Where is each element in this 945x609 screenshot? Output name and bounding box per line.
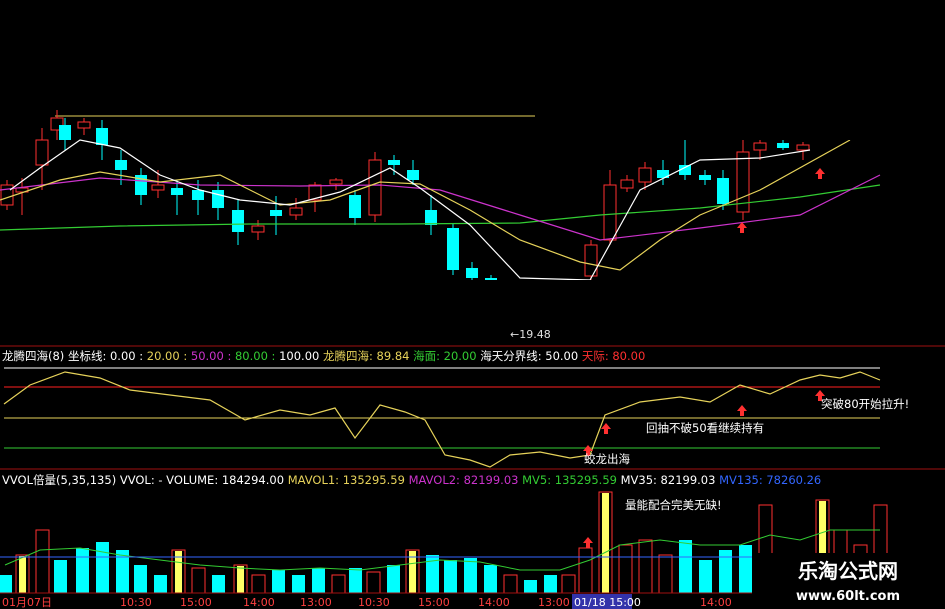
indicator-panel: 龙腾四海(8) 坐标线: 0.00 : 20.00 : 50.00 : 80.0… [2,349,909,468]
volume-bar [251,574,266,594]
volume-bar [658,554,673,594]
header-segment: MAVOL2: 82199.03 [409,473,523,487]
header-segment: 龙腾四海(8) 坐标线: 0.00 : [2,349,147,363]
time-axis-label: 10:30 [358,596,390,609]
header-segment: 龙腾四海: 89.84 [323,349,413,363]
annotation-break80: 突破80开始拉升! [821,397,909,411]
volume-bar [171,549,186,594]
time-axis-label: 13:00 [538,596,570,609]
time-axis-label: 15:00 [418,596,450,609]
volume-bar [699,560,712,593]
volume-bar [331,574,346,594]
header-segment: 海天分界线: 50.00 [480,349,582,363]
volume-bar [312,568,325,593]
annotation-dragon-out: 蛟龙出海 [584,452,630,466]
candlestick [0,180,14,210]
volume-bar [387,565,400,593]
header-segment: VVOL倍量(5,35,135) VVOL: - [2,473,166,487]
volume-bar [349,568,362,593]
volume-bar [405,549,420,594]
header-segment: 50.00 : [191,349,235,363]
volume-bar [524,580,537,593]
watermark-url: www.60lt.com [796,589,900,604]
volume-bar [191,567,206,594]
indicator-header: 龙腾四海(8) 坐标线: 0.00 : 20.00 : 50.00 : 80.0… [2,349,645,363]
volume-bar [15,554,30,594]
volume-bar [116,550,129,593]
header-segment: 80.00 : [235,349,279,363]
volume-bar [484,565,497,593]
volume-bar [134,565,147,593]
annotation-pullback50: 回抽不破50看继续持有 [646,421,764,435]
candlestick [447,224,459,275]
volume-bar [598,491,613,594]
volume-bar [272,570,285,593]
header-segment: MV135: 78260.26 [719,473,821,487]
up-arrow-icon [583,537,593,548]
blackout-region [222,280,720,328]
volume-bar [444,560,457,593]
volume-bar [464,558,477,593]
header-segment: 海面: 20.00 [413,349,480,363]
time-axis-label: 14:00 [478,596,510,609]
volume-bar [638,539,653,594]
volume-bar [578,547,593,594]
volume-bar [35,529,50,594]
time-axis-label: 10:30 [120,596,152,609]
time-axis-label: 01月07日 [2,596,52,609]
volume-bar [739,545,752,593]
header-segment: 20.00 : [147,349,191,363]
volume-bar [544,575,557,593]
volume-bar [0,575,12,593]
price-marker: ←19.48 [510,328,551,341]
header-segment: 天际: 80.00 [582,349,645,363]
main-price-panel: ←19.48 [0,0,945,345]
volume-bar [679,540,692,593]
header-segment: MV5: 135295.59 [522,473,620,487]
up-arrow-icon [737,405,747,416]
volume-bar [503,574,518,594]
time-axis-label: 13:00 [300,596,332,609]
volume-bar [292,575,305,593]
volume-bar [561,574,576,594]
volume-bar [96,542,109,593]
candlestick [736,140,750,220]
watermark: 乐淘公式网 www.60lt.com [752,553,945,609]
time-axis-label: 14:00 [243,596,275,609]
time-axis-label: 14:00 [700,596,732,609]
volume-bar [212,575,225,593]
volume-bar [366,571,381,594]
blackout-region [535,0,945,140]
header-segment: MV35: 82199.03 [621,473,719,487]
indicator-line [3,371,881,468]
watermark-title: 乐淘公式网 [798,559,898,583]
header-segment: 100.00 [279,349,323,363]
time-axis-label: 15:00 [180,596,212,609]
volume-bar [233,564,248,594]
volume-bar [76,548,89,593]
candlestick [584,240,598,280]
header-segment: VOLUME: 184294.00 [166,473,288,487]
volume-bar [618,544,633,594]
volume-bar [54,560,67,593]
time-axis-label: 01/18 15:00 [574,596,641,609]
volume-bar [154,575,167,593]
candlestick [368,152,382,222]
header-segment: MAVOL1: 135295.59 [288,473,409,487]
stock-chart: ←19.48 龙腾四海(8) 坐标线: 0.00 : 20.00 : 50.00… [0,0,945,609]
volume-bar [719,550,732,593]
up-arrow-icon [601,423,611,434]
volume-header: VVOL倍量(5,35,135) VVOL: - VOLUME: 184294.… [2,473,821,487]
annotation-volume: 量能配合完美无缺! [625,498,722,512]
